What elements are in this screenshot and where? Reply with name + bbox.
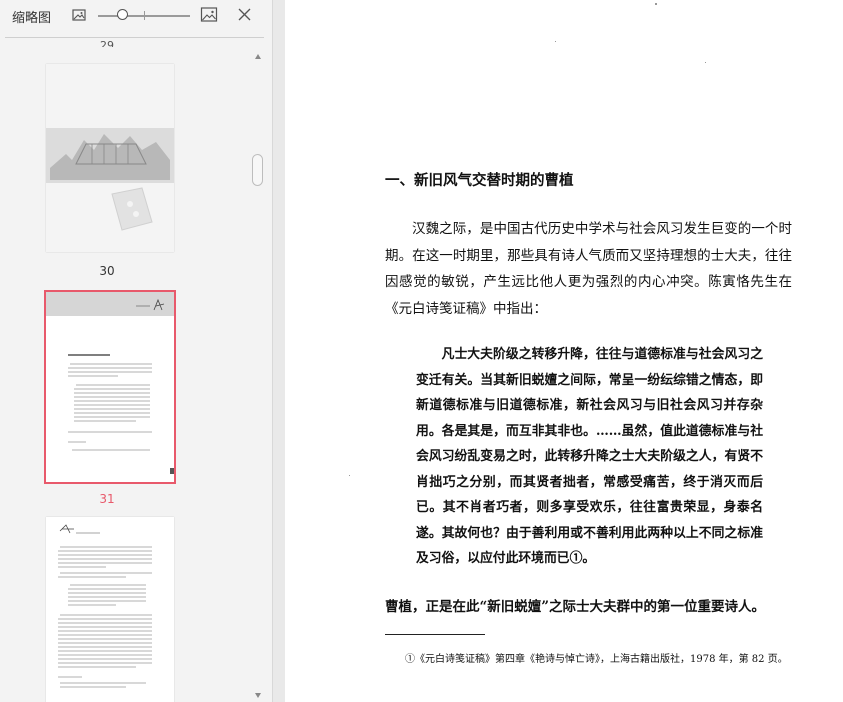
header-divider (5, 37, 264, 38)
scroll-down-arrow-icon[interactable] (255, 693, 261, 698)
thumbnail-scrollbar[interactable] (252, 48, 264, 702)
image-small-icon[interactable] (71, 7, 87, 23)
close-icon[interactable] (238, 8, 251, 21)
image-large-icon[interactable] (200, 6, 218, 24)
page-thumbnail[interactable] (46, 64, 174, 252)
illustration-image (46, 64, 174, 252)
page-number-label: 29 (100, 40, 114, 47)
scan-speck (705, 62, 706, 63)
page-thumbnail[interactable] (46, 517, 174, 702)
page-number-label-current: 31 (99, 492, 115, 506)
zoom-slider-tick (144, 11, 145, 20)
body-paragraph: 汉魏之际，是中国古代历史中学术与社会风习发生巨变的一个时期。在这一时期里，那些具… (385, 221, 792, 317)
scrollbar-thumb[interactable] (252, 154, 263, 186)
thumbnail-panel-header: 缩略图 (0, 0, 272, 34)
scan-speck (655, 3, 657, 5)
section-heading: 一、新旧风气交替时期的曹植 (385, 172, 574, 189)
block-quote: 凡士大夫阶级之转移升降，往往与道德标准与社会风习之变迁有关。当其新旧蜕嬗之间际，… (416, 347, 763, 566)
scan-speck (349, 475, 350, 476)
page-preview (58, 524, 152, 688)
page-preview (48, 298, 174, 482)
document-page: 一、新旧风气交替时期的曹植 汉魏之际，是中国古代历史中学术与社会风习发生巨变的一… (285, 0, 843, 702)
thumbnail-list[interactable]: 29 30 31 (0, 40, 252, 702)
thumbnail-panel: 缩略图 29 30 31 (0, 0, 273, 702)
page-thumbnail-selected[interactable] (44, 290, 176, 484)
zoom-slider-handle[interactable] (117, 9, 129, 20)
scan-speck (555, 41, 556, 42)
scroll-up-arrow-icon[interactable] (255, 54, 261, 59)
body-paragraph: 曹植，正是在此“新旧蜕嬗”之际士大夫群中的第一位重要诗人。 (385, 599, 766, 615)
footnote-rule (385, 634, 485, 635)
footnote: ①《元白诗笺证稿》第四章《艳诗与悼亡诗》，上海古籍出版社，1978 年，第 82… (405, 654, 788, 665)
page-number-label: 30 (99, 264, 115, 278)
panel-title: 缩略图 (12, 11, 52, 26)
